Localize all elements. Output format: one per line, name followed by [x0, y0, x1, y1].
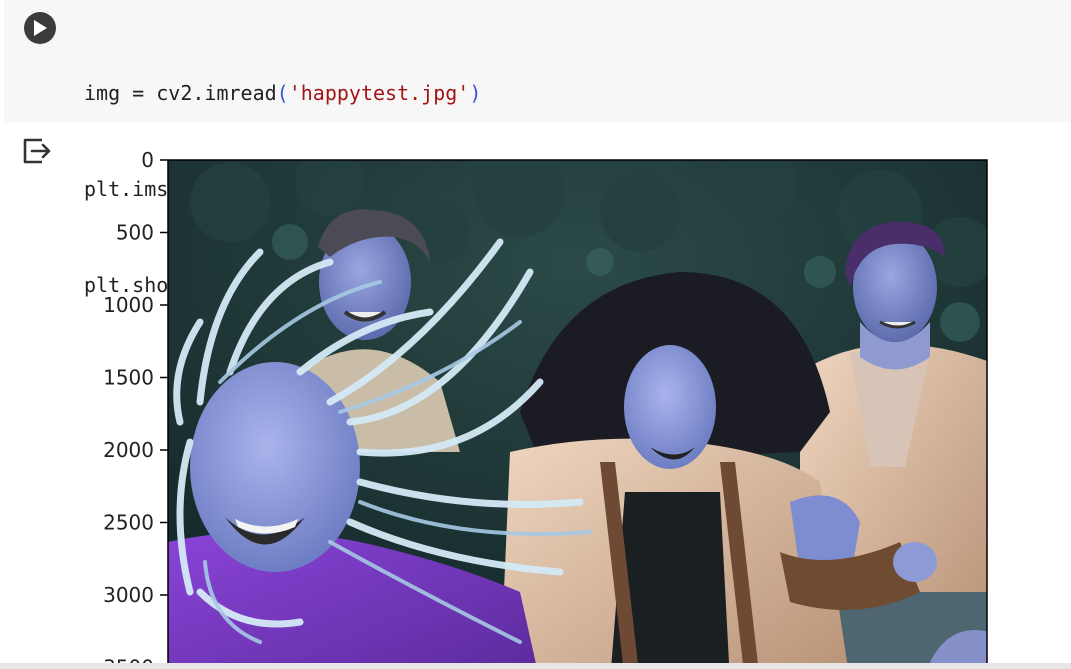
y-tick-label: 2000	[103, 438, 154, 462]
y-tick-label: 3000	[103, 583, 154, 607]
y-tick-label: 1000	[103, 293, 154, 317]
image-content	[168, 160, 987, 669]
matplotlib-figure: 0500100015002000250030003500	[103, 148, 988, 669]
code-string: 'happytest.jpg'	[288, 81, 470, 105]
play-icon	[34, 20, 47, 36]
code-text: img = cv2.imread	[84, 81, 277, 105]
y-tick-label: 500	[116, 221, 154, 245]
run-cell-button[interactable]	[24, 12, 56, 44]
y-tick-label: 0	[141, 148, 154, 172]
plot-output: 0500100015002000250030003500	[0, 122, 1071, 669]
cell-divider	[0, 663, 1071, 669]
y-axis-ticks: 0500100015002000250030003500	[103, 148, 168, 669]
code-paren: (	[276, 81, 289, 105]
code-line-1: img = cv2.imread('happytest.jpg')	[84, 77, 481, 109]
code-cell[interactable]: img = cv2.imread('happytest.jpg') plt.im…	[4, 0, 1071, 297]
y-tick-label: 1500	[103, 366, 154, 390]
output-exit-icon[interactable]	[20, 134, 54, 168]
code-paren: )	[469, 81, 482, 105]
y-tick-label: 2500	[103, 511, 154, 535]
